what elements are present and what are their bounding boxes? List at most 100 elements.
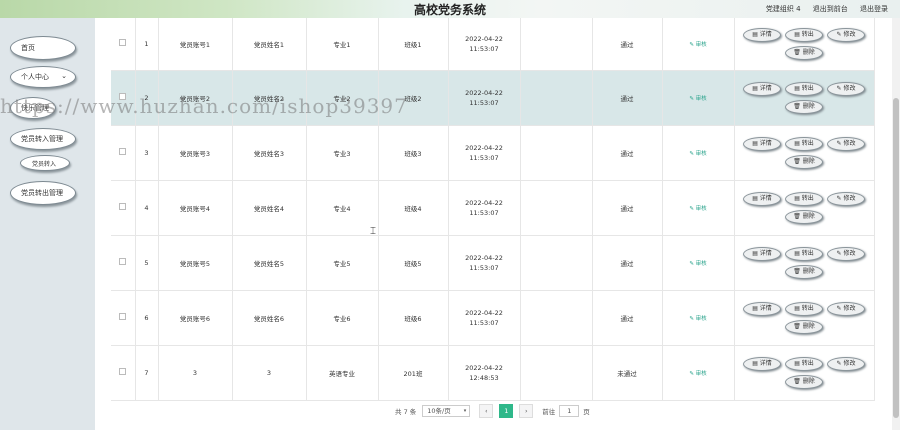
scrollbar[interactable] [892, 18, 900, 430]
member-account: 党员账号1 [158, 18, 233, 71]
transfer-icon: ▤ [794, 359, 802, 367]
row-checkbox[interactable] [119, 313, 127, 320]
top-bar: 高校党务系统 党建组织 4 退出到前台 退出登录 [0, 0, 900, 18]
detail-button[interactable]: ▤ 详情 [743, 81, 781, 96]
sidebar-item-profile[interactable]: 个人中心 ⌄ [10, 66, 76, 88]
link-front[interactable]: 退出到前台 [813, 5, 848, 13]
row-checkbox-cell[interactable] [111, 290, 136, 346]
edit-button[interactable]: ✎ 修改 [827, 81, 865, 96]
edit-button[interactable]: ✎ 修改 [827, 246, 865, 261]
detail-icon: ▤ [752, 194, 760, 202]
link-logout[interactable]: 退出登录 [860, 5, 888, 13]
member-name: 3 [232, 345, 307, 401]
row-checkbox-cell[interactable] [111, 125, 136, 181]
table-row[interactable]: 7 3 3 英语专业 201班 2022-04-22 12:48:53 未通过 ✎ 审核 ▤ 详… [111, 345, 875, 401]
goto-label: 前往 [542, 408, 556, 416]
delete-button[interactable]: 🗑 删除 [785, 374, 823, 389]
member-name: 党员姓名1 [232, 18, 307, 71]
watermark-text: https://www.huzhan.com/ishop39397 [0, 94, 408, 118]
sidebar-item-transfer-out-mgmt[interactable]: 党员转出管理 [10, 181, 76, 205]
member-name: 党员姓名4 [232, 180, 307, 236]
table-row[interactable]: 3 党员账号3 党员姓名3 专业3 班级3 2022-04-22 11:53:07 通过 ✎ … [111, 125, 875, 181]
time: 2022-04-22 11:53:07 [448, 290, 521, 346]
detail-icon: ▤ [752, 359, 760, 367]
detail-button[interactable]: ▤ 详情 [743, 136, 781, 151]
row-checkbox[interactable] [119, 258, 127, 265]
time: 2022-04-22 11:53:07 [448, 70, 521, 126]
audit-cell: ✎ 审核 [662, 290, 735, 346]
table-row[interactable]: 5 党员账号5 党员姓名5 专业5 班级5 2022-04-22 11:53:07 通过 ✎ … [111, 235, 875, 291]
sidebar-item-home[interactable]: 首页 [10, 36, 76, 60]
trash-icon: 🗑 [793, 157, 803, 165]
audit-cell: ✎ 审核 [662, 70, 735, 126]
sidebar-item-transfer-in[interactable]: 党员转入 [20, 155, 70, 171]
transfer-button[interactable]: ▤ 转出 [785, 301, 823, 316]
audit-cell: ✎ 审核 [662, 235, 735, 291]
delete-button[interactable]: 🗑 删除 [785, 264, 823, 279]
row-checkbox[interactable] [119, 148, 127, 155]
row-checkbox-cell[interactable] [111, 18, 136, 71]
transfer-icon: ▤ [794, 30, 802, 38]
trash-icon: 🗑 [793, 48, 803, 56]
page-1-button[interactable]: 1 [499, 404, 514, 418]
audit-link[interactable]: ✎ 审核 [689, 316, 706, 322]
row-checkbox[interactable] [119, 39, 127, 47]
edit-button[interactable]: ✎ 修改 [827, 27, 865, 42]
detail-button[interactable]: ▤ 详情 [743, 301, 781, 316]
audit-link[interactable]: ✎ 审核 [689, 261, 706, 267]
empty-cell [520, 180, 593, 236]
table-row[interactable]: 6 党员账号6 党员姓名6 专业6 班级6 2022-04-22 11:53:07 通过 ✎ … [111, 290, 875, 346]
transfer-button[interactable]: ▤ 转出 [785, 191, 823, 206]
row-checkbox-cell[interactable] [111, 180, 136, 236]
scrollbar-thumb[interactable] [893, 98, 899, 418]
edit-button[interactable]: ✎ 修改 [827, 191, 865, 206]
page-size-select[interactable]: 10条/页 ▾ [422, 405, 471, 417]
transfer-button[interactable]: ▤ 转出 [785, 246, 823, 261]
transfer-button[interactable]: ▤ 转出 [785, 27, 823, 42]
goto-page-input[interactable]: 1 [559, 405, 580, 417]
table-row[interactable]: 4 党员账号4 党员姓名4 专业4 班级4 2022-04-22 11:53:07 通过 ✎ … [111, 180, 875, 236]
row-checkbox-cell[interactable] [111, 345, 136, 401]
detail-button[interactable]: ▤ 详情 [743, 356, 781, 371]
link-party-org[interactable]: 党建组织 4 [766, 5, 801, 13]
audit-cell: ✎ 审核 [662, 18, 735, 71]
prev-page-button[interactable]: ‹ [479, 404, 494, 418]
transfer-button[interactable]: ▤ 转出 [785, 356, 823, 371]
edit-button[interactable]: ✎ 修改 [827, 136, 865, 151]
row-checkbox-cell[interactable] [111, 235, 136, 291]
audit-link[interactable]: ✎ 审核 [689, 206, 706, 212]
delete-button[interactable]: 🗑 删除 [785, 99, 823, 114]
detail-button[interactable]: ▤ 详情 [743, 27, 781, 42]
chevron-down-icon: ▾ [463, 408, 467, 414]
audit-link[interactable]: ✎ 审核 [689, 42, 706, 48]
class: 201班 [378, 345, 449, 401]
delete-button[interactable]: 🗑 删除 [785, 154, 823, 169]
detail-button[interactable]: ▤ 详情 [743, 246, 781, 261]
transfer-button[interactable]: ▤ 转出 [785, 136, 823, 151]
empty-cell [520, 290, 593, 346]
delete-button[interactable]: 🗑 删除 [785, 319, 823, 334]
time: 2022-04-22 12:48:53 [448, 345, 521, 401]
row-index: 5 [135, 235, 159, 291]
transfer-icon: ▤ [794, 139, 802, 147]
row-checkbox[interactable] [119, 368, 127, 375]
row-checkbox[interactable] [119, 203, 127, 210]
table-row[interactable]: 1 党员账号1 党员姓名1 专业1 班级1 2022-04-22 11:53:07 通过 ✎ … [111, 18, 875, 71]
member-name: 党员姓名6 [232, 290, 307, 346]
next-page-button[interactable]: › [519, 404, 534, 418]
delete-button[interactable]: 🗑 删除 [785, 209, 823, 224]
audit-cell: ✎ 审核 [662, 180, 735, 236]
main-content: 1 党员账号1 党员姓名1 专业1 班级1 2022-04-22 11:53:07 通过 ✎ … [95, 18, 892, 430]
member-account: 党员账号4 [158, 180, 233, 236]
empty-cell [520, 235, 593, 291]
delete-button[interactable]: 🗑 删除 [785, 45, 823, 60]
edit-button[interactable]: ✎ 修改 [827, 301, 865, 316]
detail-button[interactable]: ▤ 详情 [743, 191, 781, 206]
audit-link[interactable]: ✎ 审核 [689, 96, 706, 102]
audit-link[interactable]: ✎ 审核 [689, 371, 706, 377]
operations-cell: ▤ 详情 ▤ 转出 ✎ 修改 🗑 删除 [734, 125, 875, 181]
transfer-button[interactable]: ▤ 转出 [785, 81, 823, 96]
sidebar-item-transfer-in-mgmt[interactable]: 党员转入管理 [10, 128, 76, 150]
edit-button[interactable]: ✎ 修改 [827, 356, 865, 371]
audit-link[interactable]: ✎ 审核 [689, 151, 706, 157]
